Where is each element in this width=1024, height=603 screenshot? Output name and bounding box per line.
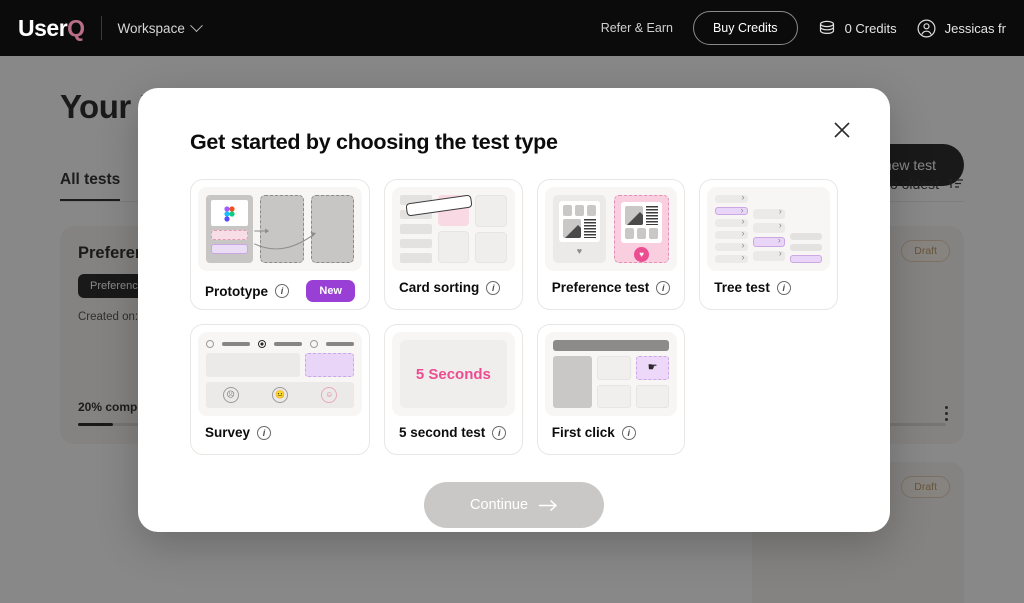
prototype-thumbnail: [198, 187, 362, 271]
option-label: Survey: [205, 425, 251, 440]
option-label: Prototype: [205, 283, 269, 299]
option-footer: Preference test i: [545, 271, 678, 295]
five-second-thumbnail: 5 Seconds: [392, 332, 515, 416]
test-type-option-five-second-test[interactable]: 5 Seconds 5 second test i: [384, 324, 523, 455]
option-footer: 5 second test i: [392, 416, 515, 440]
arrow-right-icon: [539, 499, 558, 511]
option-footer: First click i: [545, 416, 678, 440]
continue-button[interactable]: Continue: [423, 482, 605, 528]
option-footer: Tree test i: [707, 271, 830, 295]
option-label: Preference test: [551, 280, 650, 295]
preference-test-thumbnail: ♥ ♥: [544, 187, 678, 271]
refer-and-earn-link[interactable]: Refer & Earn: [601, 21, 673, 35]
test-type-option-survey[interactable]: ☹ 😐 ☺ Survey i: [190, 324, 370, 455]
first-click-thumbnail: ☛: [544, 332, 678, 416]
test-type-option-card-sorting[interactable]: Card sorting i: [384, 179, 523, 310]
close-icon[interactable]: [830, 118, 854, 142]
credits-label: 0 Credits: [844, 20, 897, 36]
radio-button-selected-icon: [258, 340, 266, 348]
nav-divider: [100, 16, 102, 40]
buy-credits-button[interactable]: Buy Credits: [692, 11, 798, 45]
test-type-grid: Prototype i New Card sorting i ♥ ♥ Prefe…: [190, 179, 838, 455]
user-avatar-icon: [917, 19, 936, 37]
workspace-label: Workspace: [117, 20, 185, 36]
test-type-option-tree-test[interactable]: Tree test i: [699, 179, 838, 310]
cursor-click-icon: ☛: [647, 361, 658, 374]
test-type-option-first-click[interactable]: ☛ First click i: [536, 324, 686, 455]
info-icon[interactable]: i: [492, 425, 507, 440]
userq-logo[interactable]: UserQ: [18, 15, 85, 42]
card-sorting-thumbnail: [392, 187, 515, 271]
chevron-down-icon: [189, 18, 203, 32]
test-type-option-prototype[interactable]: Prototype i New: [190, 179, 370, 310]
top-navigation-bar: UserQ Workspace Refer & Earn Buy Credits…: [0, 0, 1024, 56]
option-footer: Card sorting i: [392, 271, 515, 295]
workspace-selector[interactable]: Workspace: [117, 18, 203, 36]
option-label: 5 second test: [399, 425, 486, 440]
heart-outline-icon: ♥: [576, 246, 583, 256]
continue-wrapper: Continue: [164, 482, 864, 528]
credits-display[interactable]: 0 Credits: [818, 19, 897, 37]
option-label: First click: [551, 425, 615, 440]
continue-label: Continue: [469, 497, 529, 513]
test-type-option-preference-test[interactable]: ♥ ♥ Preference test i: [536, 179, 686, 310]
happy-face-icon: ☺: [321, 387, 338, 403]
figma-glyph-icon: [224, 205, 235, 222]
info-icon[interactable]: i: [656, 280, 671, 295]
user-name-label: Jessicas fr: [944, 20, 1006, 36]
info-icon[interactable]: i: [257, 425, 272, 440]
app-root: UserQ Workspace Refer & Earn Buy Credits…: [0, 0, 1024, 603]
five-seconds-text: 5 Seconds: [415, 365, 491, 383]
survey-thumbnail: ☹ 😐 ☺: [198, 332, 362, 416]
tree-test-thumbnail: [707, 187, 830, 271]
close-x-glyph: [834, 122, 850, 138]
new-badge: New: [306, 280, 355, 302]
info-icon[interactable]: i: [776, 280, 791, 295]
heart-selected-icon: ♥: [634, 247, 650, 262]
logo-user-text: User: [18, 14, 68, 41]
coins-stack-icon: [819, 20, 834, 35]
radio-button-icon: [310, 340, 318, 348]
radio-button-icon: [206, 340, 214, 348]
info-icon[interactable]: i: [486, 280, 501, 295]
option-label: Tree test: [714, 280, 770, 295]
info-icon[interactable]: i: [621, 425, 636, 440]
user-menu[interactable]: Jessicas fr: [917, 19, 1006, 38]
nav-right-group: Refer & Earn Buy Credits 0 Credits Jessi…: [601, 11, 1024, 45]
modal-title: Get started by choosing the test type: [190, 130, 558, 154]
sad-face-icon: ☹: [222, 387, 239, 403]
option-label: Card sorting: [399, 280, 480, 295]
option-footer: Prototype i New: [198, 271, 362, 302]
info-icon[interactable]: i: [275, 284, 290, 298]
option-footer: Survey i: [198, 416, 362, 440]
logo-q-text: Q: [67, 14, 85, 41]
test-type-modal: Get started by choosing the test type Pr…: [138, 88, 890, 532]
neutral-face-icon: 😐: [271, 387, 288, 403]
